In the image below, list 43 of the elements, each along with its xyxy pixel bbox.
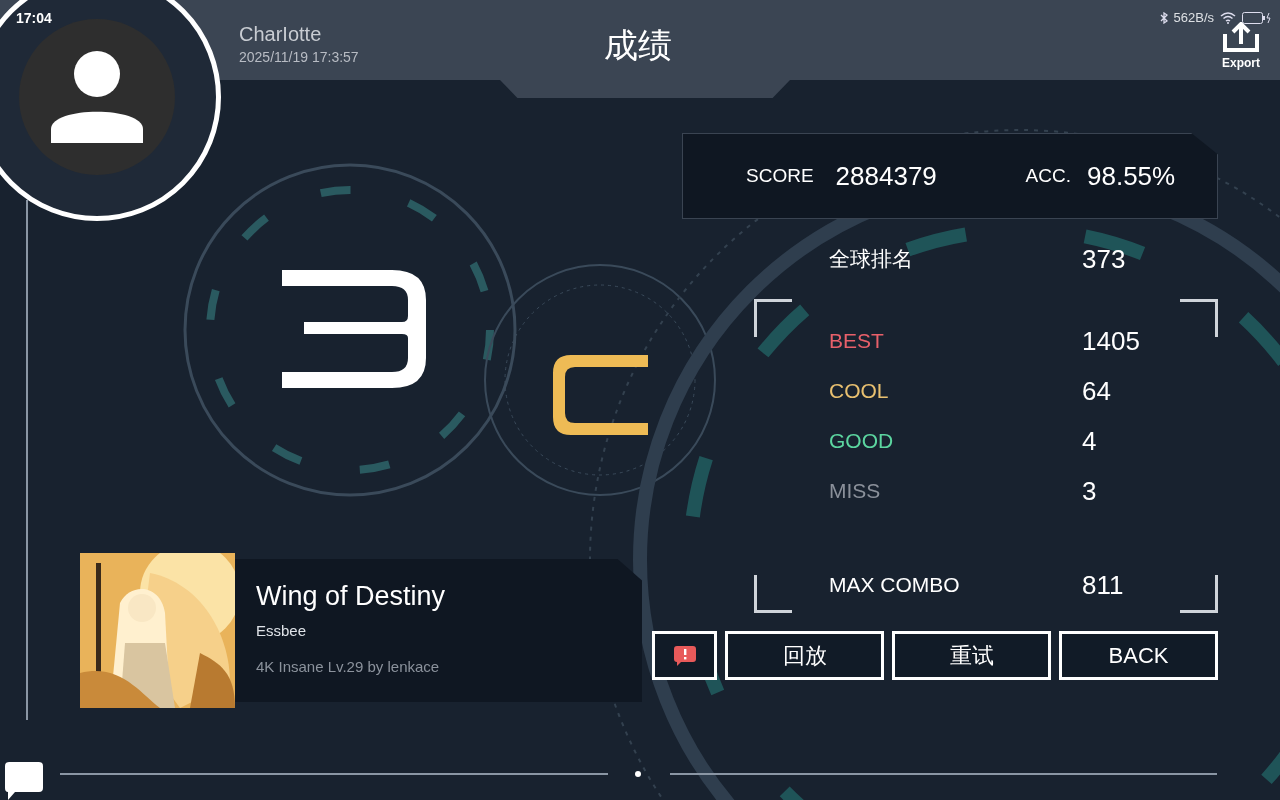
grade-emblem-icon: [553, 355, 648, 435]
corner-bracket: [754, 299, 792, 337]
battery-icon: [1242, 11, 1272, 24]
action-button[interactable]: 重试: [892, 631, 1051, 680]
report-button[interactable]: [652, 631, 717, 680]
corner-bracket: [1180, 299, 1218, 337]
alert-message-icon: [673, 645, 696, 666]
wifi-icon: [1220, 11, 1236, 24]
stat-label: GOOD: [829, 428, 895, 455]
corner-bracket: [754, 575, 792, 613]
stat-label: MISS: [829, 478, 882, 505]
page-title: 成绩: [604, 28, 672, 62]
stat-value: 1405: [1082, 324, 1140, 358]
accuracy-value: 98.55%: [1087, 159, 1176, 193]
play-date: 2025/11/19 17:3:57: [239, 50, 359, 64]
stat-label: MAX COMBO: [829, 572, 961, 599]
action-button[interactable]: BACK: [1059, 631, 1218, 680]
corner-bracket: [1180, 575, 1218, 613]
stat-label: 全球排名: [829, 246, 914, 273]
stat-value: 811: [1082, 568, 1124, 602]
stat-value: 3: [1082, 474, 1097, 508]
network-speed: 562B/s: [1173, 9, 1214, 27]
stat-value: 4: [1082, 424, 1097, 458]
stat-value: 64: [1082, 374, 1111, 408]
stat-value: 373: [1082, 242, 1126, 276]
chat-icon[interactable]: [5, 762, 43, 800]
export-icon: [1223, 21, 1259, 52]
song-artist: Essbee: [256, 620, 308, 641]
status-time: 17:04: [16, 9, 52, 28]
rank-emblem-icon: [282, 270, 426, 388]
bluetooth-icon: [1159, 11, 1168, 24]
stat-label: BEST: [829, 328, 885, 355]
stat-label: COOL: [829, 378, 890, 405]
action-button[interactable]: 回放: [725, 631, 884, 680]
score-value: 2884379: [835, 159, 938, 193]
song-title: Wing of Destiny: [256, 582, 447, 610]
score-label: SCORE: [746, 163, 814, 188]
person-icon: [51, 51, 143, 143]
chart-info: 4K Insane Lv.29 by lenkace: [256, 657, 441, 677]
export-button[interactable]: Export: [1222, 21, 1260, 72]
page-dot: [635, 771, 641, 777]
accuracy-label: ACC.: [1025, 163, 1071, 188]
player-name: CharIotte: [239, 24, 323, 44]
